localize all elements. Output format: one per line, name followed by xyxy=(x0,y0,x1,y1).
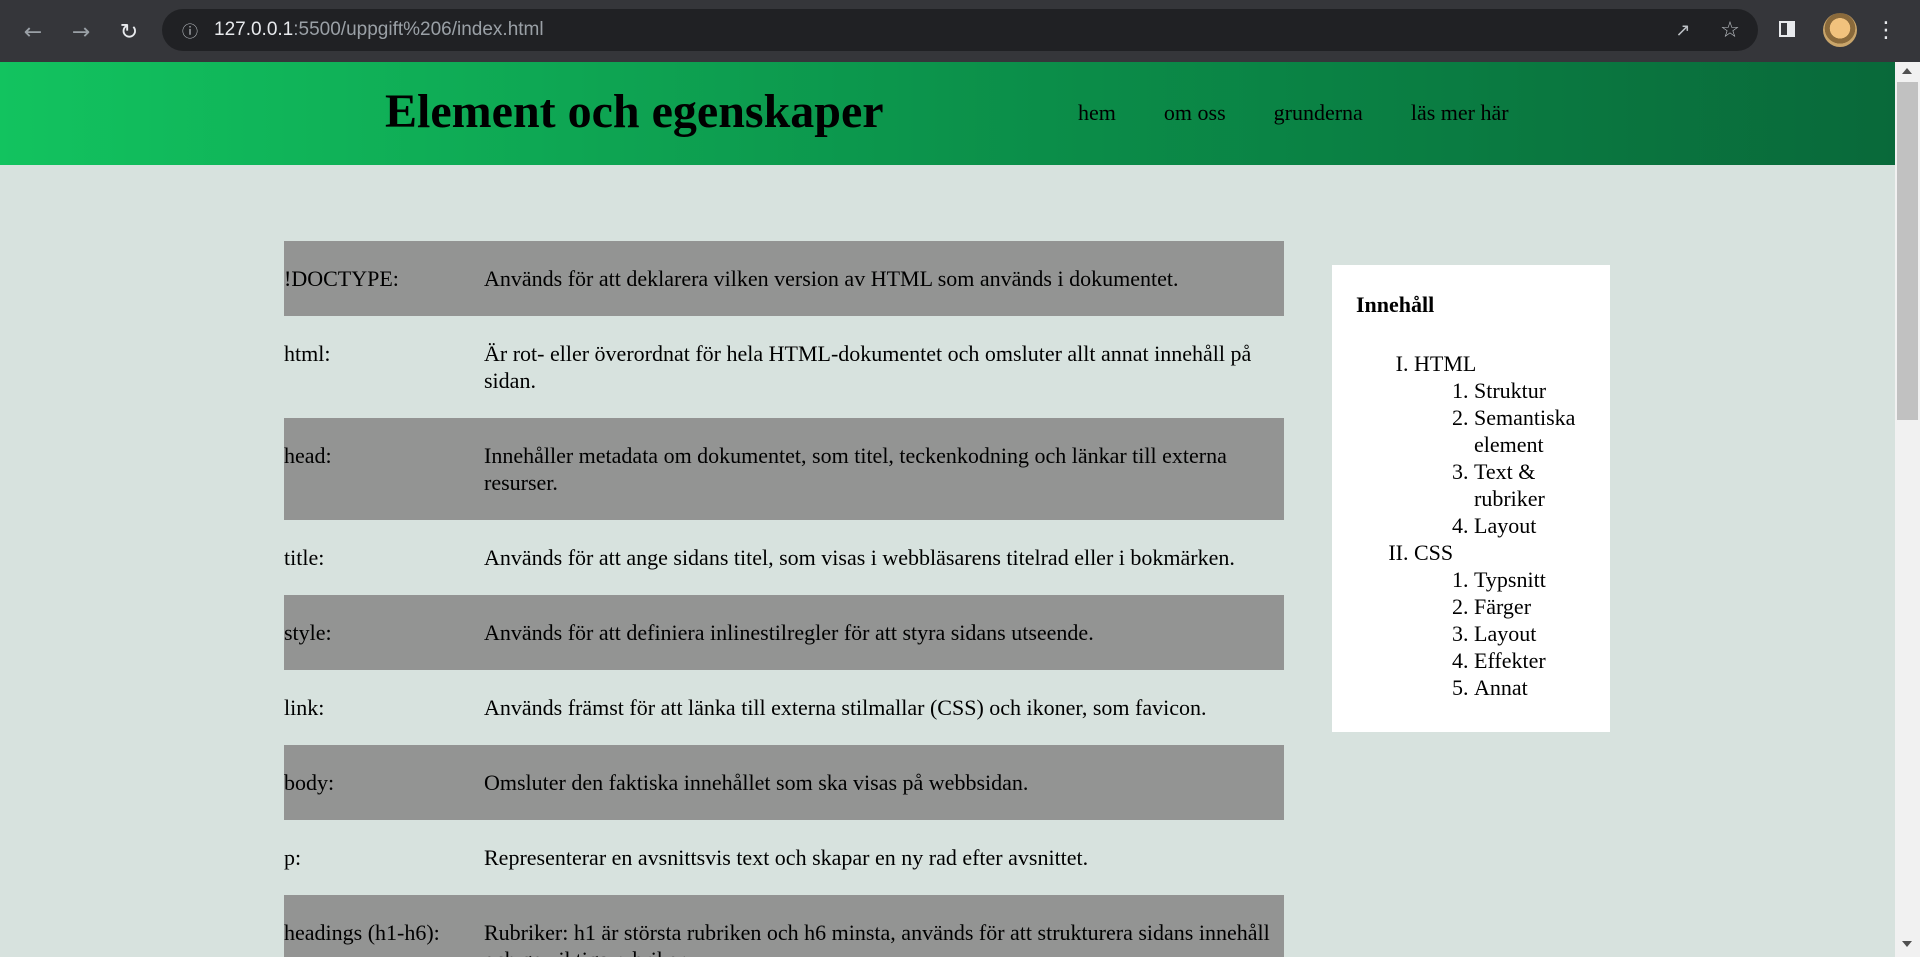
toc-item[interactable]: Annat xyxy=(1474,674,1586,701)
term-cell: p: xyxy=(284,845,302,870)
toc-section-label: HTML xyxy=(1414,351,1477,376)
table-row: head: Innehåller metadata om dokumentet,… xyxy=(284,418,1284,520)
toc-section-label: CSS xyxy=(1414,540,1454,565)
address-bar[interactable]: ⓘ 127.0.0.1:5500/uppgift%206/index.html … xyxy=(162,9,1758,51)
table-row: body: Omsluter den faktiska innehållet s… xyxy=(284,745,1284,820)
toc-section-css[interactable]: CSS Typsnitt Färger Layout Effekter Anna… xyxy=(1414,539,1586,701)
definitions-table: !DOCTYPE: Används för att deklarera vilk… xyxy=(284,241,1284,957)
nav-link-grunderna[interactable]: grunderna xyxy=(1274,100,1363,126)
description-cell: Används för att ange sidans titel, som v… xyxy=(484,545,1235,570)
menu-icon[interactable]: ⋮ xyxy=(1875,15,1897,45)
nav-link-om-oss[interactable]: om oss xyxy=(1164,100,1226,126)
toc-item[interactable]: Färger xyxy=(1474,593,1586,620)
url-text[interactable]: 127.0.0.1:5500/uppgift%206/index.html xyxy=(214,19,544,41)
description-cell: Representerar en avsnittsvis text och sk… xyxy=(484,845,1089,870)
url-path: :5500/uppgift%206/index.html xyxy=(293,19,544,40)
side-panel-icon[interactable] xyxy=(1776,18,1800,42)
description-cell: Används för att deklarera vilken version… xyxy=(484,241,1284,316)
term-cell: link: xyxy=(284,695,325,720)
page-title: Element och egenskaper xyxy=(385,85,884,138)
table-row: p: Representerar en avsnittsvis text och… xyxy=(284,820,1284,895)
description-cell: Innehåller metadata om dokumentet, som t… xyxy=(484,418,1284,520)
term-cell: html: xyxy=(284,341,331,366)
toc-title: Innehåll xyxy=(1356,292,1435,317)
toc-subsection-list: Struktur Semantiska element Text & rubri… xyxy=(1414,377,1586,539)
term-cell: style: xyxy=(284,595,484,670)
term-cell: headings (h1-h6): xyxy=(284,895,484,957)
table-of-contents: Innehåll HTML Struktur Semantiska elemen… xyxy=(1332,265,1610,732)
toc-section-list: HTML Struktur Semantiska element Text & … xyxy=(1356,350,1586,701)
back-icon[interactable]: ← xyxy=(16,15,50,49)
table-row: !DOCTYPE: Används för att deklarera vilk… xyxy=(284,241,1284,316)
toc-item[interactable]: Text & rubriker xyxy=(1474,458,1586,512)
nav-link-hem[interactable]: hem xyxy=(1078,100,1116,126)
info-icon[interactable]: ⓘ xyxy=(178,18,202,42)
url-host: 127.0.0.1 xyxy=(214,19,294,40)
description-cell: Är rot- eller överordnat för hela HTML-d… xyxy=(484,341,1252,393)
table-row: style: Används för att definiera inlines… xyxy=(284,595,1284,670)
toc-item[interactable]: Layout xyxy=(1474,512,1586,539)
browser-toolbar: ← → ↻ ⓘ 127.0.0.1:5500/uppgift%206/index… xyxy=(0,0,1920,62)
toc-item[interactable]: Struktur xyxy=(1474,377,1586,404)
star-icon[interactable]: ☆ xyxy=(1717,17,1743,43)
table-row: link: Används främst för att länka till … xyxy=(284,670,1284,745)
term-cell: head: xyxy=(284,418,484,520)
table-row: title: Används för att ange sidans titel… xyxy=(284,520,1284,595)
page-viewport: Element och egenskaper hem om oss grunde… xyxy=(0,62,1895,957)
vertical-scrollbar[interactable] xyxy=(1895,62,1920,957)
toc-item[interactable]: Typsnitt xyxy=(1474,566,1586,593)
reload-icon[interactable]: ↻ xyxy=(112,15,146,49)
term-cell: body: xyxy=(284,745,484,820)
toc-subsection-list: Typsnitt Färger Layout Effekter Annat xyxy=(1414,566,1586,701)
site-header: Element och egenskaper hem om oss grunde… xyxy=(0,62,1895,165)
table-row: html: Är rot- eller överordnat för hela … xyxy=(284,316,1284,418)
description-cell: Rubriker: h1 är största rubriken och h6 … xyxy=(484,895,1284,957)
term-cell: title: xyxy=(284,545,325,570)
table-row: headings (h1-h6): Rubriker: h1 är störst… xyxy=(284,895,1284,957)
description-cell: Omsluter den faktiska innehållet som ska… xyxy=(484,745,1284,820)
description-cell: Används för att definiera inlinestilregl… xyxy=(484,595,1284,670)
toc-item[interactable]: Layout xyxy=(1474,620,1586,647)
avatar[interactable] xyxy=(1823,13,1857,47)
forward-icon[interactable]: → xyxy=(64,15,98,49)
scroll-up-icon[interactable] xyxy=(1902,68,1912,74)
nav-link-las-mer[interactable]: läs mer här xyxy=(1411,100,1509,126)
toc-item[interactable]: Semantiska element xyxy=(1474,404,1586,458)
description-cell: Används främst för att länka till extern… xyxy=(484,695,1207,720)
toc-section-html[interactable]: HTML Struktur Semantiska element Text & … xyxy=(1414,350,1586,539)
share-icon[interactable]: ↗ xyxy=(1670,17,1696,43)
term-cell: !DOCTYPE: xyxy=(284,241,484,316)
site-nav: hem om oss grunderna läs mer här xyxy=(1078,100,1509,126)
scroll-down-icon[interactable] xyxy=(1902,941,1912,947)
toc-item[interactable]: Effekter xyxy=(1474,647,1586,674)
scrollbar-thumb[interactable] xyxy=(1897,82,1918,420)
